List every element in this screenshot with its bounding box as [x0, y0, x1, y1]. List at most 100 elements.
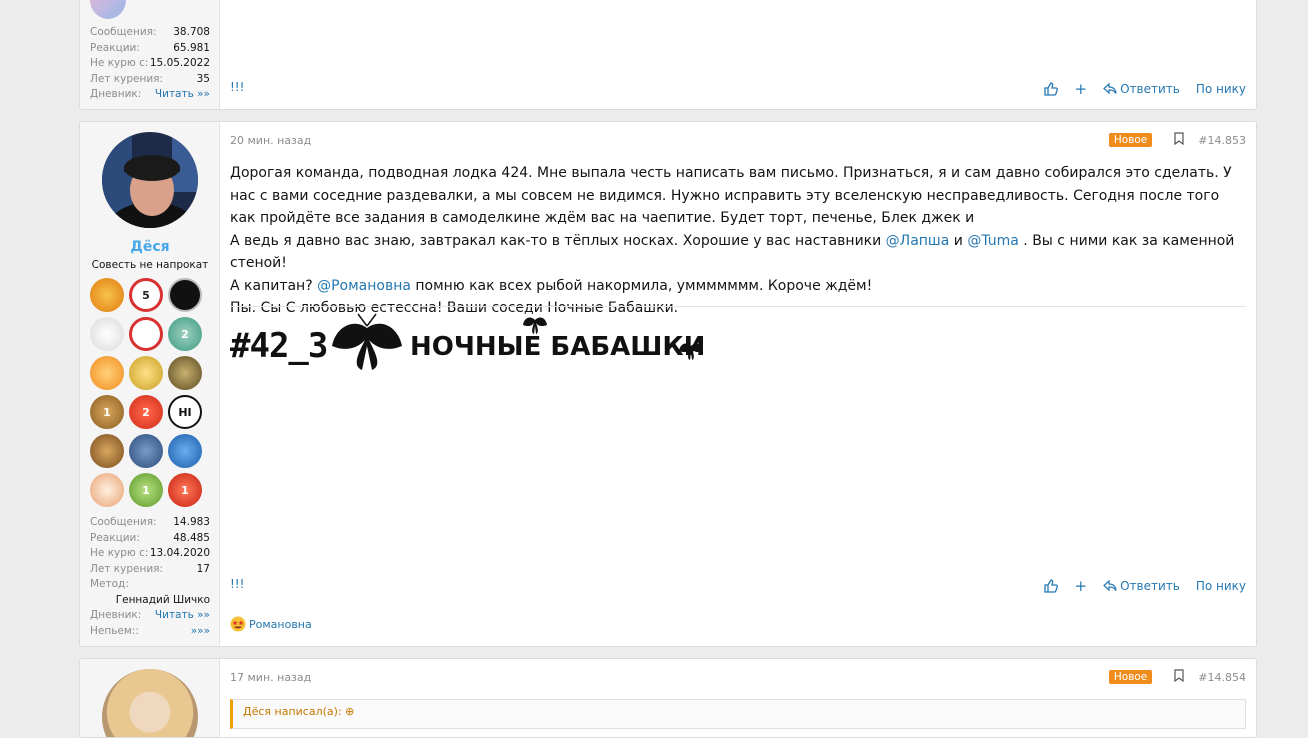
stat-row: Лет курения: 17	[90, 562, 210, 578]
text-fragment: помню как всех рыбой накормила, уммммммм…	[410, 277, 873, 294]
stat-row: Метод:	[90, 577, 210, 593]
cross-2-award-icon[interactable]: 2	[168, 317, 202, 351]
reply-icon	[1103, 580, 1117, 592]
bookmark-icon	[1174, 669, 1184, 683]
stars-award-icon[interactable]	[90, 434, 124, 468]
award-label: 2	[142, 405, 150, 419]
by-nick-button[interactable]: По нику	[1196, 82, 1246, 96]
chef-award-icon[interactable]	[90, 317, 124, 351]
exclaim-link[interactable]: !!!	[230, 80, 244, 94]
award-label: 5	[142, 288, 150, 302]
mention-romanovna[interactable]: @Романовна	[317, 278, 411, 294]
stat-label: Метод:	[90, 578, 129, 590]
star-eyes-emoji-icon	[230, 616, 246, 632]
nepyem-link[interactable]: »»»	[191, 624, 210, 640]
stat-value: 13.04.2020	[149, 547, 210, 559]
flower-pot-award-icon[interactable]	[90, 278, 124, 312]
post-time[interactable]: 17 мин. назад	[230, 671, 311, 684]
person-award-icon[interactable]	[129, 434, 163, 468]
post-number-link[interactable]: #14.854	[1198, 671, 1246, 684]
tomato-1-award-icon[interactable]: 1	[168, 473, 202, 507]
username-link[interactable]: Дёся	[80, 239, 220, 255]
moth-icon	[332, 313, 402, 370]
book-award-icon[interactable]	[168, 434, 202, 468]
user-panel	[80, 659, 220, 737]
stat-value: 14.983	[173, 516, 210, 528]
mention-lapsha[interactable]: @Лапша	[886, 233, 950, 249]
reply-button[interactable]: Ответить	[1103, 82, 1180, 96]
books-award-icon[interactable]	[90, 356, 124, 390]
rescue-award-icon[interactable]	[129, 356, 163, 390]
medal-1-award-icon[interactable]: 1	[90, 395, 124, 429]
signature: #42_3 НОЧНЫЕ БАБАШКИ	[230, 312, 710, 372]
new-badge: Новое	[1108, 133, 1153, 147]
add-reaction-button[interactable]: +	[1074, 80, 1087, 98]
add-reaction-button[interactable]: +	[1074, 577, 1087, 595]
award-label: 2	[181, 327, 189, 341]
method-value: Геннадий Шичко	[115, 593, 210, 606]
by-nick-button[interactable]: По нику	[1196, 579, 1246, 593]
reply-button[interactable]: Ответить	[1103, 579, 1180, 593]
stat-value: 17	[196, 562, 210, 575]
message-paragraph: Дорогая команда, подводная лодка 424. Мн…	[230, 165, 1232, 226]
stat-label: Не курю с:	[90, 547, 149, 559]
stat-value: 35	[196, 72, 210, 85]
avatar[interactable]	[102, 669, 198, 737]
avatar-photo	[102, 132, 198, 228]
stat-label: Сообщения:	[90, 26, 157, 38]
stat-row: Реакции: 48.485	[90, 531, 210, 547]
signature-text: НОЧНЫЕ БАБАШКИ	[410, 332, 706, 362]
like-button[interactable]	[1044, 82, 1059, 96]
stat-row: Лет курения: 35	[90, 72, 210, 88]
post-body: !!! + Ответить По нику	[220, 0, 1256, 109]
award-label: 1	[103, 405, 111, 419]
like-button[interactable]	[1044, 579, 1059, 593]
no-drinks-award-icon[interactable]	[129, 317, 163, 351]
no-5-award-icon[interactable]: 5	[129, 278, 163, 312]
reply-label: Ответить	[1120, 579, 1180, 593]
bottle-award-icon[interactable]	[90, 473, 124, 507]
mention-tuma[interactable]: @Tuma	[967, 233, 1019, 249]
spy-award-icon[interactable]	[168, 278, 202, 312]
small-moth-icon	[523, 317, 547, 334]
text-fragment: и	[949, 232, 968, 249]
award-label: 1	[142, 483, 150, 497]
hi-hand-award-icon[interactable]: HI	[168, 395, 202, 429]
signature-divider	[230, 306, 1246, 307]
bookmark-button[interactable]	[1174, 669, 1184, 685]
avatar[interactable]	[102, 132, 198, 228]
reactions-bar[interactable]: Романовна	[230, 616, 312, 632]
stat-label: Лет курения:	[90, 562, 164, 575]
stat-row: Не курю с: 13.04.2020	[90, 546, 210, 562]
bookmark-button[interactable]	[1174, 132, 1184, 148]
text-fragment: А ведь я давно вас знаю, завтракал как-т…	[230, 232, 886, 249]
quote-author: Дёся написал(а): ⊕	[243, 705, 355, 718]
stat-label: Реакции:	[90, 531, 140, 544]
diary-link[interactable]: Читать »»	[155, 87, 210, 103]
post-14853: Дёся Совесть не напрокат 5 2 1 2 HI 1 1 …	[79, 121, 1257, 647]
post-time[interactable]: 20 мин. назад	[230, 134, 311, 147]
award-label: 1	[181, 483, 189, 497]
stat-label: Реакции:	[90, 41, 140, 54]
stat-label: Сообщения:	[90, 516, 157, 528]
stat-row: Реакции: 65.981	[90, 41, 210, 57]
stat-row: Дневник: Читать »»	[90, 608, 210, 624]
message-paragraph: А ведь я давно вас знаю, завтракал как-т…	[230, 230, 1246, 275]
user-panel: Сообщения: 38.708 Реакции: 65.981 Не курю …	[80, 0, 220, 109]
diary-link[interactable]: Читать »»	[155, 608, 210, 624]
post-14854: 17 мин. назад Новое #14.854 Дёся написал…	[79, 658, 1257, 738]
plant-1-award-icon[interactable]: 1	[129, 473, 163, 507]
small-moth-icon	[679, 343, 703, 360]
trophy-award-icon[interactable]	[168, 356, 202, 390]
apple-2-award-icon[interactable]: 2	[129, 395, 163, 429]
exclaim-link[interactable]: !!!	[230, 577, 244, 591]
post-14852: Сообщения: 38.708 Реакции: 65.981 Не курю …	[79, 0, 1257, 110]
quote-block[interactable]: Дёся написал(а): ⊕	[230, 699, 1246, 729]
post-number-link[interactable]: #14.853	[1198, 134, 1246, 147]
stat-value: 15.05.2022	[149, 57, 210, 69]
avatar[interactable]	[90, 0, 126, 19]
thumbs-up-icon	[1044, 579, 1059, 593]
reply-icon	[1103, 83, 1117, 95]
reaction-user: Романовна	[249, 617, 312, 631]
stat-value: 48.485	[173, 531, 210, 544]
